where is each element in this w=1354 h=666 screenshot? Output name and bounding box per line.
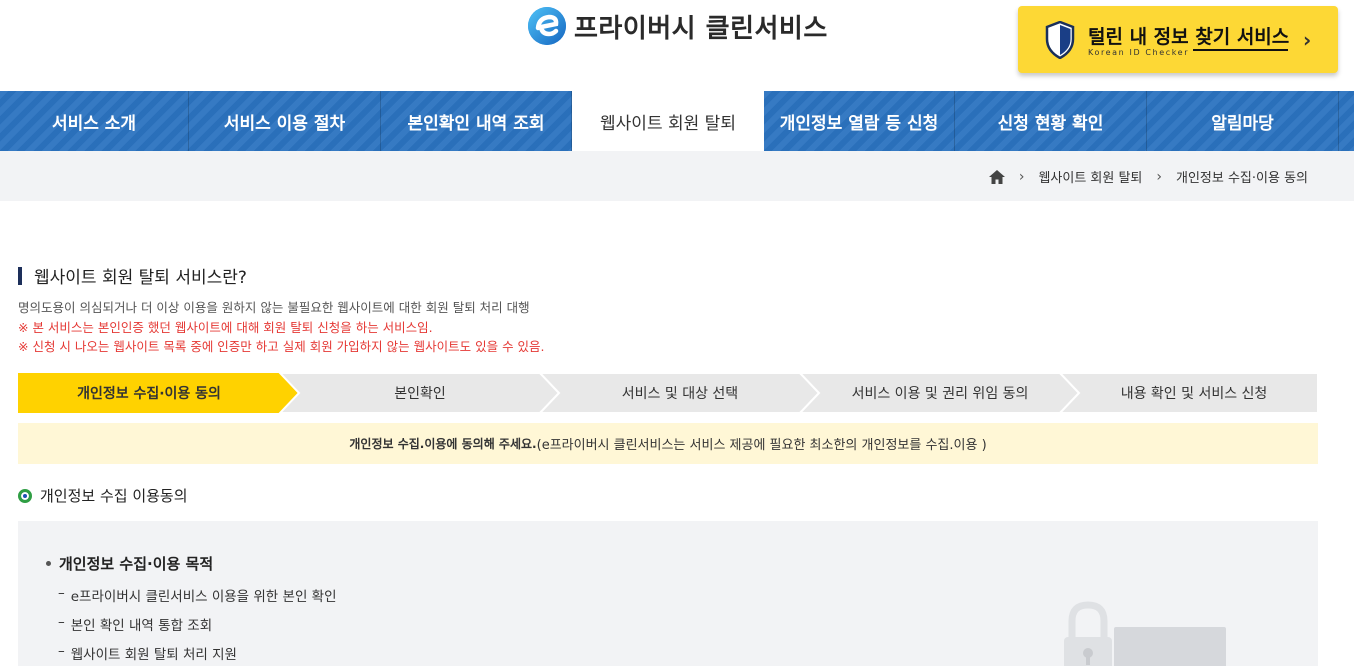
breadcrumb-band: › 웹사이트 회원 탈퇴 › 개인정보 수집·이용 동의 [0, 151, 1354, 201]
notice-bold: 개인정보 수집.이용에 동의해 주세요. [349, 437, 537, 451]
notice-rest: (e프라이버시 클린서비스는 서비스 제공에 필요한 최소한의 개인정보를 수집… [536, 438, 987, 453]
banner-title: 털린 내 정보 찾기 서비스 [1088, 26, 1290, 48]
title-bar-decoration [18, 266, 22, 285]
breadcrumb-item-website-withdrawal[interactable]: 웹사이트 회원 탈퇴 [1038, 167, 1142, 186]
leaked-info-check-banner[interactable]: 털린 내 정보 찾기 서비스 Korean ID Checker › [1018, 6, 1338, 73]
step-confirm-apply: 내용 확인 및 서비스 신청 [1120, 386, 1268, 402]
nav-item-identity-history[interactable]: 본인확인 내역 조회 [381, 91, 572, 151]
step-select-target: 서비스 및 대상 선택 [621, 386, 739, 402]
step-consent: 개인정보 수집·이용 동의 [77, 386, 221, 402]
e-logo-icon [528, 7, 566, 45]
breadcrumb-item-current: 개인정보 수집·이용 동의 [1176, 171, 1308, 186]
purpose-title: 개인정보 수집·이용 목적 [46, 553, 213, 574]
section-description: 명의도용이 의심되거나 더 이상 이용을 원하지 않는 불필요한 웹사이트에 대… [18, 300, 530, 315]
lock-illustration-icon [1064, 601, 1226, 666]
list-item: – e프라이버시 클린서비스 이용을 위한 본인 확인 [58, 585, 337, 605]
nav-item-info-access-request[interactable]: 개인정보 열람 등 신청 [764, 91, 955, 151]
consent-heading-text: 개인정보 수집 이용동의 [40, 487, 188, 505]
main-nav: 서비스 소개 서비스 이용 절차 본인확인 내역 조회 웹사이트 회원 탈퇴 개… [0, 91, 1354, 151]
banner-subtitle: Korean ID Checker [1088, 48, 1190, 57]
nav-item-notice-board[interactable]: 알림마당 [1147, 91, 1339, 151]
bullet-dot-icon [46, 561, 51, 566]
consent-heading: 개인정보 수집 이용동의 [18, 485, 188, 506]
section-note-2: ※ 신청 시 나오는 웹사이트 목록 중에 인증만 하고 실제 회원 가입하지 … [18, 339, 545, 354]
dash-icon: – [58, 614, 65, 630]
purpose-item-2: 본인 확인 내역 통합 조회 [70, 618, 213, 634]
purpose-item-1: e프라이버시 클린서비스 이용을 위한 본인 확인 [70, 589, 337, 605]
step-delegation-consent: 서비스 이용 및 권리 위임 동의 [851, 386, 1029, 402]
breadcrumb: › 웹사이트 회원 탈퇴 › 개인정보 수집·이용 동의 [988, 167, 1308, 186]
chevron-right-icon: › [1303, 28, 1312, 52]
nav-item-procedure[interactable]: 서비스 이용 절차 [189, 91, 381, 151]
nav-item-service-intro[interactable]: 서비스 소개 [0, 91, 189, 151]
list-item: – 본인 확인 내역 통합 조회 [58, 614, 212, 634]
consent-notice: 개인정보 수집.이용에 동의해 주세요. (e프라이버시 클린서비스는 서비스 … [18, 423, 1318, 464]
dash-icon: – [58, 643, 65, 659]
chevron-right-icon: › [1018, 168, 1025, 185]
site-logo[interactable]: 프라이버시 클린서비스 [527, 6, 828, 46]
purpose-item-3: 웹사이트 회원 탈퇴 처리 지원 [70, 647, 237, 663]
home-icon[interactable] [988, 169, 1005, 184]
consent-content-box: 개인정보 수집·이용 목적 – e프라이버시 클린서비스 이용을 위한 본인 확… [18, 521, 1318, 666]
section-title-text: 웹사이트 회원 탈퇴 서비스란? [34, 268, 247, 288]
step-identity: 본인확인 [394, 386, 446, 402]
section-title: 웹사이트 회원 탈퇴 서비스란? [18, 263, 247, 288]
nav-item-website-withdrawal[interactable]: 웹사이트 회원 탈퇴 [572, 91, 764, 151]
purpose-title-text: 개인정보 수집·이용 목적 [59, 555, 214, 573]
ring-bullet-icon [18, 488, 32, 503]
banner-underline [1193, 49, 1288, 51]
shield-icon [1045, 21, 1075, 59]
step-indicator: 개인정보 수집·이용 동의 본인확인 서비스 및 대상 선택 서비스 이용 및 … [18, 373, 1318, 413]
section-note-1: ※ 본 서비스는 본인인증 했던 웹사이트에 대해 회원 탈퇴 신청을 하는 서… [18, 320, 433, 335]
chevron-right-icon: › [1156, 168, 1162, 185]
logo-text: 프라이버시 클린서비스 [574, 13, 828, 44]
list-item: – 웹사이트 회원 탈퇴 처리 지원 [58, 643, 237, 663]
nav-item-request-status[interactable]: 신청 현황 확인 [955, 91, 1147, 151]
dash-icon: – [58, 585, 65, 601]
site-header: 프라이버시 클린서비스 털린 내 정보 찾기 서비스 Korean ID Che… [0, 0, 1354, 91]
